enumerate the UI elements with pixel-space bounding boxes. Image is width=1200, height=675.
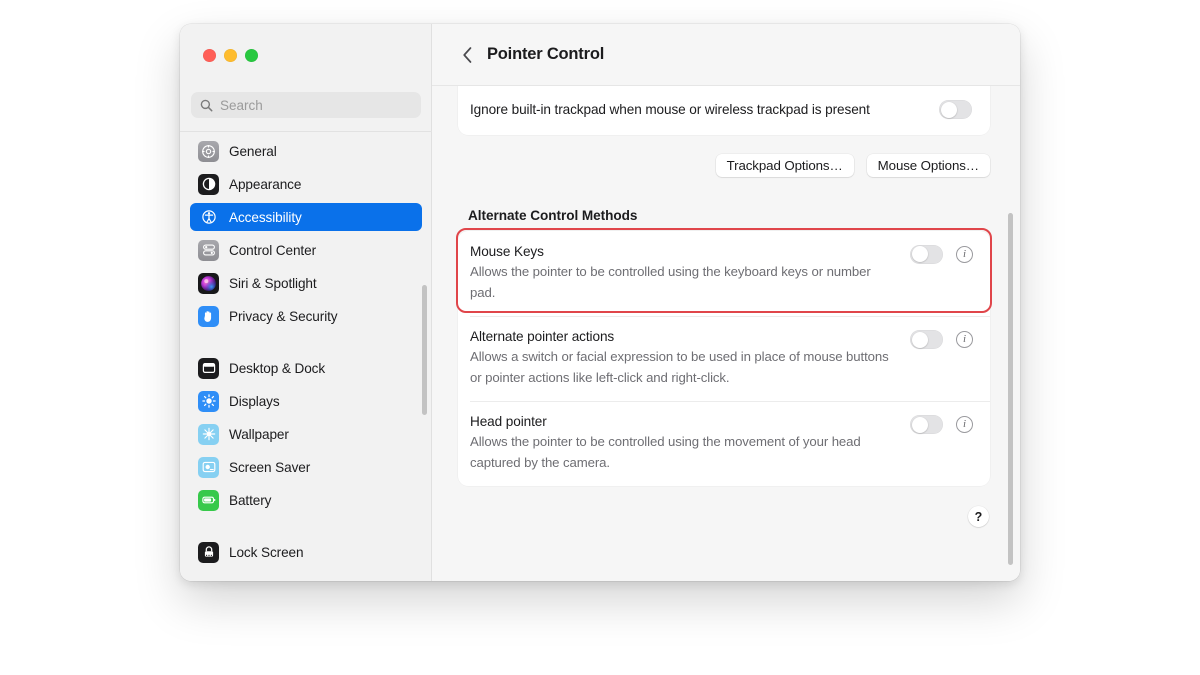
search-field[interactable]	[191, 92, 421, 118]
siri-icon	[198, 272, 219, 294]
sidebar-scrollbar[interactable]	[422, 285, 427, 415]
sidebar-item-label: Control Center	[229, 242, 316, 258]
section-title-alternate-control-methods: Alternate Control Methods	[468, 207, 638, 223]
sidebar-nav[interactable]: General Appearance Accessibility Control…	[180, 136, 432, 581]
setting-controls: i	[910, 414, 973, 435]
alternate-pointer-actions-info-icon[interactable]: i	[956, 331, 973, 349]
displays-icon	[198, 390, 219, 412]
sidebar-item-privacy-security[interactable]: Privacy & Security	[190, 302, 422, 330]
gear-icon	[198, 140, 219, 162]
ignore-trackpad-card: Ignore built-in trackpad when mouse or w…	[458, 86, 990, 135]
ignore-trackpad-toggle[interactable]	[939, 100, 972, 119]
sidebar-item-appearance[interactable]: Appearance	[190, 170, 422, 198]
sidebar-item-battery[interactable]: Battery	[190, 486, 422, 514]
privacy-hand-icon	[198, 305, 219, 327]
sidebar-divider	[180, 131, 432, 132]
sidebar-item-general[interactable]: General	[190, 137, 422, 165]
setting-controls: i	[910, 244, 973, 264]
trackpad-options-button[interactable]: Trackpad Options…	[715, 153, 854, 177]
sidebar-item-desktop-dock[interactable]: Desktop & Dock	[190, 354, 422, 382]
sidebar-item-lock-screen[interactable]: Lock Screen	[190, 538, 422, 566]
alternate-control-methods-card: Mouse Keys Allows the pointer to be cont…	[456, 227, 992, 487]
minimize-button[interactable]	[224, 49, 237, 62]
sidebar-item-siri-spotlight[interactable]: Siri & Spotlight	[190, 269, 422, 297]
setting-row-mouse-keys: Mouse Keys Allows the pointer to be cont…	[456, 227, 992, 316]
sidebar-group-2: Desktop & Dock Displays Wallpaper Screen…	[190, 354, 422, 514]
options-button-row: Trackpad Options… Mouse Options…	[458, 153, 990, 177]
head-pointer-info-icon[interactable]: i	[956, 416, 973, 434]
lock-screen-icon	[198, 541, 219, 563]
alternate-pointer-actions-toggle[interactable]	[910, 330, 943, 350]
setting-description: Allows the pointer to be controlled usin…	[470, 434, 861, 470]
sidebar-item-wallpaper[interactable]: Wallpaper	[190, 420, 422, 448]
sidebar-item-label: Siri & Spotlight	[229, 275, 317, 291]
detail-pane: Pointer Control Ignore built-in trackpad…	[432, 24, 1020, 581]
setting-text-group: Mouse Keys Allows the pointer to be cont…	[470, 244, 910, 303]
sidebar-item-label: Lock Screen	[229, 544, 304, 560]
control-center-icon	[198, 239, 219, 261]
sidebar-group-3: Lock Screen	[190, 538, 422, 566]
ignore-trackpad-label: Ignore built-in trackpad when mouse or w…	[470, 102, 870, 117]
sidebar-item-label: Battery	[229, 492, 272, 508]
sidebar-item-label: Accessibility	[229, 209, 302, 225]
search-input[interactable]	[220, 97, 400, 113]
detail-scrollbar[interactable]	[1008, 213, 1013, 565]
setting-controls: i	[910, 329, 973, 350]
page-title: Pointer Control	[487, 45, 605, 63]
help-row: ?	[458, 506, 990, 528]
detail-body: Ignore built-in trackpad when mouse or w…	[432, 86, 1020, 581]
back-button[interactable]	[456, 44, 478, 66]
screen-saver-icon	[198, 456, 219, 478]
mouse-keys-toggle[interactable]	[910, 244, 943, 264]
screen: General Appearance	[0, 0, 1200, 675]
sidebar-item-displays[interactable]: Displays	[190, 387, 422, 415]
desktop-dock-icon	[198, 357, 219, 379]
zoom-button[interactable]	[245, 49, 258, 62]
setting-row-alternate-pointer-actions: Alternate pointer actions Allows a switc…	[458, 316, 990, 401]
sidebar-item-label: Screen Saver	[229, 459, 311, 475]
setting-title: Mouse Keys	[470, 243, 544, 259]
chevron-left-icon	[462, 46, 471, 63]
wallpaper-icon	[198, 423, 219, 445]
close-button[interactable]	[203, 49, 216, 62]
setting-text-group: Head pointer Allows the pointer to be co…	[470, 414, 910, 473]
setting-description: Allows the pointer to be controlled usin…	[470, 263, 871, 300]
sidebar-group-gap-2	[190, 519, 422, 538]
sidebar-item-label: Displays	[229, 393, 280, 409]
toggle-knob	[911, 246, 928, 263]
setting-row-head-pointer: Head pointer Allows the pointer to be co…	[458, 401, 990, 486]
sidebar-item-label: Appearance	[229, 176, 302, 192]
window-traffic-lights	[203, 49, 258, 62]
mouse-keys-info-icon[interactable]: i	[956, 245, 973, 263]
setting-description: Allows a switch or facial expression to …	[470, 349, 889, 385]
mouse-options-button[interactable]: Mouse Options…	[866, 153, 990, 177]
detail-header: Pointer Control	[432, 24, 1020, 86]
appearance-icon	[198, 173, 219, 195]
sidebar-item-label: Privacy & Security	[229, 308, 338, 324]
system-settings-window: General Appearance	[180, 24, 1020, 581]
toggle-knob	[940, 101, 957, 118]
toggle-knob	[911, 331, 928, 348]
setting-title: Alternate pointer actions	[470, 329, 615, 345]
toggle-knob	[911, 416, 928, 433]
setting-title: Head pointer	[470, 414, 547, 430]
setting-text-group: Alternate pointer actions Allows a switc…	[470, 329, 910, 388]
head-pointer-toggle[interactable]	[910, 415, 943, 435]
sidebar-item-label: Desktop & Dock	[229, 360, 326, 376]
search-icon	[200, 99, 213, 112]
accessibility-icon	[198, 206, 219, 228]
sidebar-group-1: General Appearance Accessibility Control…	[190, 137, 422, 330]
sidebar-item-control-center[interactable]: Control Center	[190, 236, 422, 264]
help-button[interactable]: ?	[968, 506, 989, 528]
sidebar-item-accessibility[interactable]: Accessibility	[190, 203, 422, 231]
sidebar-item-screen-saver[interactable]: Screen Saver	[190, 453, 422, 481]
battery-icon	[198, 489, 219, 511]
sidebar: General Appearance	[180, 24, 432, 581]
sidebar-item-label: General	[229, 143, 277, 159]
sidebar-item-label: Wallpaper	[229, 426, 289, 442]
